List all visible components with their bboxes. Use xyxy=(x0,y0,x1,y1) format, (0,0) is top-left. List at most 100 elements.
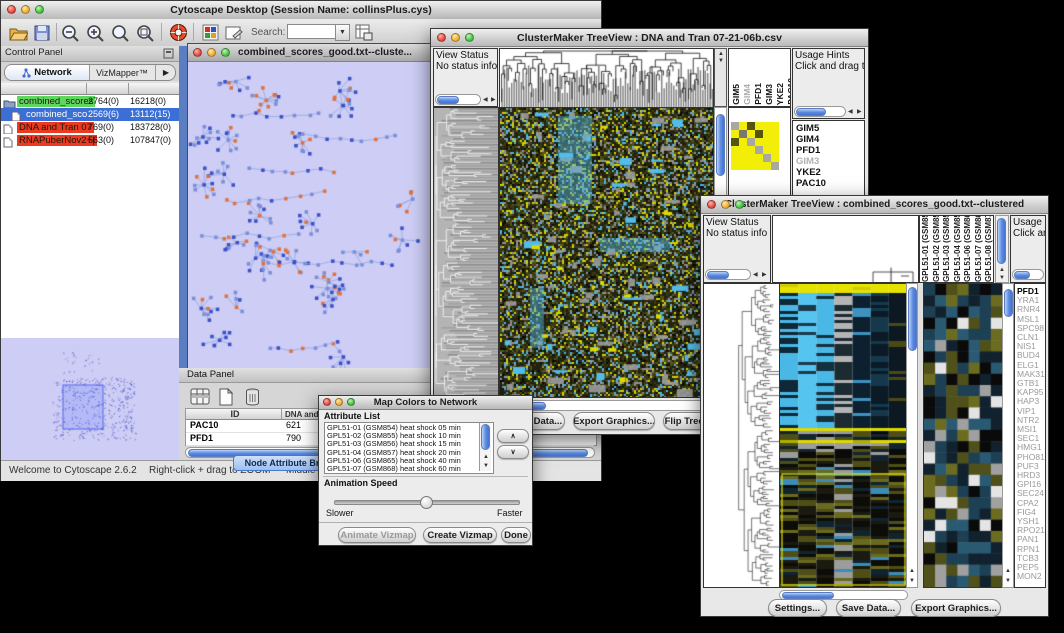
zoom-window-icon[interactable] xyxy=(347,398,355,406)
matrix-cell xyxy=(739,122,747,130)
network-table-row[interactable]: DNA and Tran 07769(0)183728(0) xyxy=(1,121,179,134)
tv2-row-dendrogram[interactable] xyxy=(703,283,780,588)
minimize-icon[interactable] xyxy=(721,200,730,209)
close-icon[interactable] xyxy=(437,33,446,42)
scroll-down-icon[interactable]: ▼ xyxy=(999,274,1005,282)
search-dropdown-button[interactable]: ▼ xyxy=(335,24,350,41)
tv1-usage-hints-hscroll[interactable] xyxy=(794,106,846,117)
close-icon[interactable] xyxy=(193,48,202,57)
tv2-top-vscroll[interactable]: ▲ ▼ xyxy=(995,215,1009,283)
tv2-genelist-vscroll[interactable]: ▲ ▼ xyxy=(1002,283,1014,588)
delete-attribute-icon[interactable] xyxy=(241,386,263,407)
animate-vizmap-button[interactable]: Animate Vizmap xyxy=(338,527,416,543)
annotation-icon[interactable] xyxy=(223,22,245,43)
animation-speed-label: Animation Speed xyxy=(324,478,398,488)
scroll-left-icon[interactable]: ◀ xyxy=(753,271,758,279)
scroll-up-icon[interactable]: ▲ xyxy=(999,266,1005,274)
scroll-right-icon[interactable]: ▶ xyxy=(491,96,496,104)
window-controls[interactable] xyxy=(7,5,44,14)
open-file-icon[interactable] xyxy=(7,22,29,43)
zoom-window-icon[interactable] xyxy=(35,5,44,14)
tv1-heatmap[interactable] xyxy=(499,107,714,398)
network-table-row[interactable]: combined_scores2764(0)16218(0) xyxy=(1,95,179,108)
attribute-list-vscroll[interactable]: ▲ ▼ xyxy=(479,423,491,471)
tv1-view-status-hscroll[interactable] xyxy=(435,94,481,105)
data-col-id[interactable]: ID xyxy=(186,409,282,420)
tv2-column-dendrogram[interactable] xyxy=(772,215,919,283)
minimize-icon[interactable] xyxy=(21,5,30,14)
move-down-button[interactable]: ∨ xyxy=(497,445,529,459)
minimize-icon[interactable] xyxy=(207,48,216,57)
col-header-network[interactable] xyxy=(1,83,87,95)
matrix-cell xyxy=(739,146,747,154)
tv2-settings-button[interactable]: Settings... xyxy=(768,599,827,617)
zoom-in-icon[interactable] xyxy=(85,22,107,43)
close-icon[interactable] xyxy=(323,398,331,406)
slider-thumb[interactable] xyxy=(420,496,433,509)
minimize-icon[interactable] xyxy=(335,398,343,406)
zoom-window-icon[interactable] xyxy=(465,33,474,42)
network-view-window-1[interactable]: combined_scores_good.txt--cluste... xyxy=(187,43,435,370)
scroll-down-icon[interactable]: ▼ xyxy=(483,462,489,470)
treeview1-titlebar[interactable]: ClusterMaker TreeView : DNA and Tran 07-… xyxy=(431,29,868,47)
scroll-down-icon[interactable]: ▼ xyxy=(1005,577,1011,585)
tv1-export-graphics-button[interactable]: Export Graphics... xyxy=(573,412,655,430)
done-button[interactable]: Done xyxy=(501,527,531,543)
scroll-left-icon[interactable]: ◀ xyxy=(483,96,488,104)
scroll-down-icon[interactable]: ▼ xyxy=(909,577,915,585)
tab-overflow-button[interactable]: ▶ xyxy=(155,65,176,80)
search-input[interactable] xyxy=(287,24,337,39)
vizmapper-icon[interactable] xyxy=(199,22,221,43)
network-view-1-canvas[interactable] xyxy=(188,62,432,368)
zoom-out-icon[interactable] xyxy=(60,22,82,43)
tv1-splitter-strip[interactable]: ▲ ▼ xyxy=(714,48,727,107)
scroll-right-icon[interactable]: ▶ xyxy=(857,108,862,116)
scroll-up-icon[interactable]: ▲ xyxy=(909,567,915,575)
gene-list-item[interactable]: MON2 xyxy=(1017,572,1045,581)
col-header-edges[interactable] xyxy=(129,83,179,95)
close-icon[interactable] xyxy=(7,5,16,14)
tv2-usage-hints-hscroll[interactable] xyxy=(1012,269,1044,280)
scroll-right-icon[interactable]: ▶ xyxy=(762,271,767,279)
close-icon[interactable] xyxy=(707,200,716,209)
select-attributes-icon[interactable] xyxy=(189,386,211,407)
treeview2-titlebar[interactable]: ClusterMaker TreeView : combined_scores_… xyxy=(701,196,1048,214)
tab-vizmapper[interactable]: VizMapper™ xyxy=(89,65,155,80)
zoom-selected-icon[interactable] xyxy=(110,22,132,43)
new-attribute-icon[interactable] xyxy=(215,386,237,407)
tv2-export-graphics-button[interactable]: Export Graphics... xyxy=(911,599,1001,617)
scroll-up-icon[interactable]: ▲ xyxy=(1005,567,1011,575)
tv2-zoom-heatmap[interactable] xyxy=(923,283,1003,588)
network-overview-canvas[interactable] xyxy=(1,338,179,460)
scroll-up-icon[interactable]: ▲ xyxy=(483,453,489,461)
minimize-icon[interactable] xyxy=(451,33,460,42)
tab-network[interactable]: Network xyxy=(5,65,90,80)
zoom-window-icon[interactable] xyxy=(221,48,230,57)
attribute-list-item[interactable]: GPL51-07 (GSM868) heat shock 60 min xyxy=(327,465,461,473)
tv1-row-dendrogram[interactable] xyxy=(433,107,499,398)
network-table-row[interactable]: combined_sco2569(6)13112(15) xyxy=(1,108,179,121)
tv2-col-label: GPL51-06 (GSM865) xyxy=(963,215,974,282)
float-panel-icon[interactable] xyxy=(163,48,174,59)
tv2-heatmap-vscroll[interactable]: ▲ ▼ xyxy=(906,283,918,588)
tv1-column-dendrogram[interactable] xyxy=(499,48,714,108)
tv2-view-status-hscroll[interactable] xyxy=(705,269,751,280)
tv1-cluster-matrix[interactable] xyxy=(731,122,779,170)
move-up-button[interactable]: ∧ xyxy=(497,429,529,443)
tv2-heatmap[interactable] xyxy=(779,283,908,588)
tv2-save-data-button[interactable]: Save Data... xyxy=(836,599,901,617)
zoom-window-icon[interactable] xyxy=(735,200,744,209)
splitter-down-icon[interactable]: ▼ xyxy=(718,57,724,65)
zoom-fit-icon[interactable] xyxy=(135,22,157,43)
col-header-nodes[interactable] xyxy=(87,83,129,95)
help-lifering-icon[interactable] xyxy=(167,22,189,43)
attribute-browser-icon[interactable] xyxy=(353,22,375,43)
create-vizmap-button[interactable]: Create Vizmap xyxy=(423,527,497,543)
dialog-titlebar[interactable]: Map Colors to Network xyxy=(319,396,532,410)
network-table-row[interactable]: RNAPuberNov2+|563(0)107847(0) xyxy=(1,134,179,147)
scroll-left-icon[interactable]: ◀ xyxy=(848,108,853,116)
main-titlebar[interactable]: Cytoscape Desktop (Session Name: collins… xyxy=(1,1,601,20)
animation-speed-slider[interactable] xyxy=(334,496,518,506)
attribute-listbox[interactable]: GPL51-01 (GSM854) heat shock 05 minGPL51… xyxy=(324,422,494,474)
save-icon[interactable] xyxy=(31,22,53,43)
